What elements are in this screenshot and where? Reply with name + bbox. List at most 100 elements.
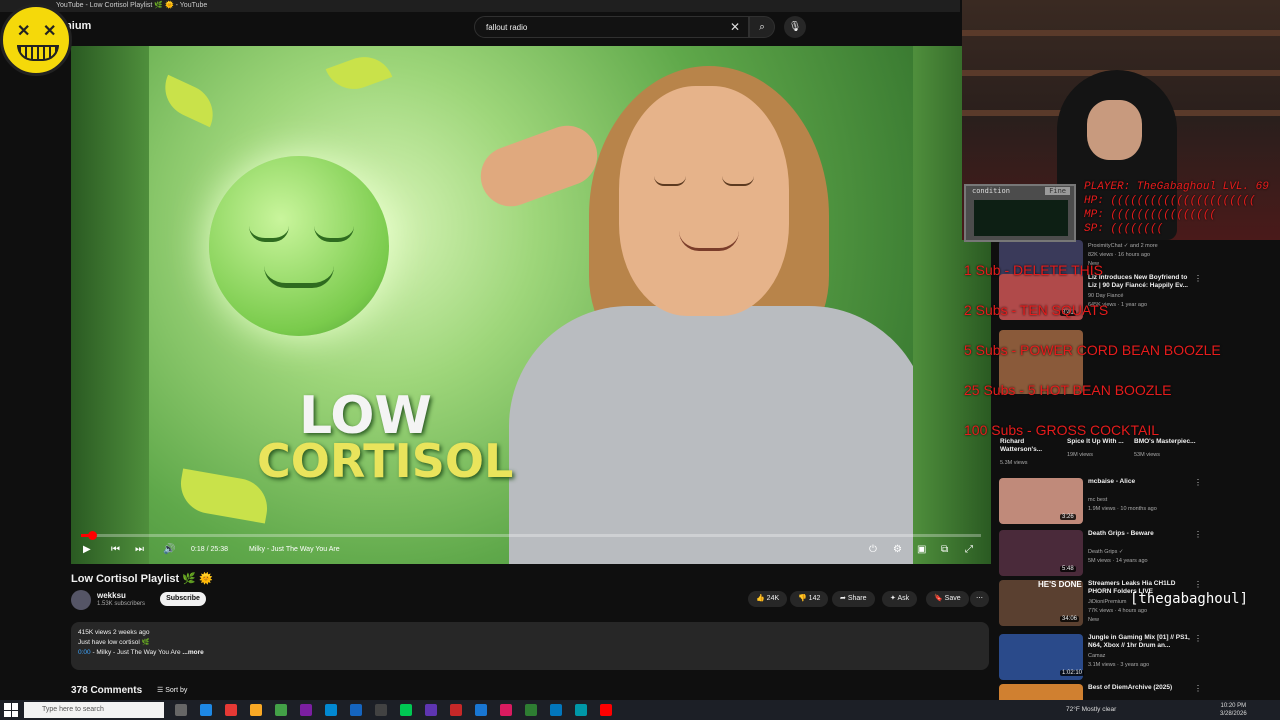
edge-icon[interactable] xyxy=(200,704,212,716)
more-vertical-icon[interactable]: ⋮ xyxy=(1194,684,1202,693)
taskbar-search[interactable]: Type here to search xyxy=(24,702,164,718)
chapter-title[interactable]: Milky - Just The Way You Are xyxy=(249,546,340,553)
app-icon[interactable] xyxy=(375,704,387,716)
sort-comments-button[interactable]: ☰ Sort by xyxy=(157,686,187,694)
play-icon[interactable]: ▶ xyxy=(83,544,91,555)
more-vertical-icon[interactable]: ⋮ xyxy=(1194,634,1202,643)
miniplayer-icon[interactable]: ▣ xyxy=(917,544,926,555)
relaxed-man-graphic xyxy=(472,56,913,564)
progress-bar[interactable] xyxy=(81,531,981,540)
dislike-button[interactable]: 👎 142 xyxy=(790,591,829,607)
weather-widget[interactable]: 72°F Mostly clear xyxy=(1066,706,1116,713)
chrome-icon[interactable] xyxy=(225,704,237,716)
grin-icon xyxy=(17,45,59,61)
more-vertical-icon[interactable]: ⋮ xyxy=(1194,580,1202,589)
clock-time: 10:20 PM xyxy=(1220,703,1247,709)
chapter-text: - Milky - Just The Way You Are xyxy=(90,649,181,656)
video-meta: mc best xyxy=(1088,497,1108,503)
video-player[interactable]: LOW CORTISOL ▶ ⏮ ⏭ 🔊 0:18 / 25:38 Milky … xyxy=(71,46,991,564)
share-icon: ➦ xyxy=(840,595,846,602)
like-button[interactable]: 👍 24K xyxy=(748,591,788,607)
save-button[interactable]: 🔖 Save xyxy=(926,591,969,607)
progress-scrubber[interactable] xyxy=(87,531,97,540)
video-meta: Death Grips ✓ xyxy=(1088,549,1124,555)
sparkle-icon: ✦ xyxy=(890,595,896,602)
next-icon[interactable]: ⏭ xyxy=(135,544,144,555)
recommended-video-title[interactable]: mcbaise - Alice xyxy=(1088,478,1198,486)
short-views: 19M views xyxy=(1067,452,1093,458)
video-meta: Camaz xyxy=(1088,653,1106,659)
channel-avatar[interactable] xyxy=(71,590,91,610)
crt-screen xyxy=(974,200,1068,236)
fullscreen-icon[interactable]: ⤢ xyxy=(965,544,973,555)
recommended-video-title[interactable]: Death Grips - Beware xyxy=(1088,530,1198,538)
app-icon[interactable] xyxy=(300,704,312,716)
app-icon[interactable] xyxy=(425,704,437,716)
more-vertical-icon[interactable]: ⋮ xyxy=(1194,530,1202,539)
windows-taskbar: Type here to search 72°F Mostly clear 10… xyxy=(0,700,1280,720)
recommended-video-title[interactable]: Best of DiemArchive (2025) xyxy=(1088,684,1198,692)
player-letterbox-left xyxy=(71,46,149,564)
task-view-icon[interactable] xyxy=(175,704,187,716)
video-duration: 3:26 xyxy=(1060,514,1076,520)
share-button[interactable]: ➦ Share xyxy=(832,591,875,607)
new-badge: New xyxy=(1088,617,1100,623)
time-display: 0:18 / 25:38 xyxy=(191,546,228,553)
app-icon[interactable] xyxy=(475,704,487,716)
view-count-and-date: 415K views 2 weeks ago xyxy=(78,629,150,636)
store-icon[interactable] xyxy=(325,704,337,716)
more-vertical-icon[interactable]: ⋮ xyxy=(1194,478,1202,487)
app-icon[interactable] xyxy=(350,704,362,716)
subscriber-count: 1.53K subscribers xyxy=(97,601,146,607)
windows-start-icon[interactable] xyxy=(4,703,18,717)
more-actions-button[interactable]: ⋯ xyxy=(970,591,989,607)
like-count: 24K xyxy=(766,595,780,602)
search-button[interactable]: ⌕ xyxy=(749,16,775,38)
sort-icon: ☰ xyxy=(157,687,164,694)
youtube-app-icon[interactable] xyxy=(600,704,612,716)
clear-search-icon[interactable]: ✕ xyxy=(730,20,740,34)
app-icon[interactable] xyxy=(550,704,562,716)
sub-goal-5: 100 Subs - GROSS COCKTAIL xyxy=(964,422,1160,438)
video-meta: 3.1M views · 3 years ago xyxy=(1088,662,1150,668)
microphone-icon: 🎙 xyxy=(788,21,802,33)
search-input[interactable] xyxy=(475,17,715,38)
settings-gear-icon[interactable]: ⚙ xyxy=(893,544,902,555)
x-eye-icon: ✕ xyxy=(17,23,31,40)
video-duration: 5:48 xyxy=(1060,566,1076,572)
volume-icon[interactable]: 🔊 xyxy=(163,544,175,555)
short-views: 5.3M views xyxy=(1000,460,1028,466)
ask-button[interactable]: ✦ Ask xyxy=(882,591,918,607)
file-explorer-icon[interactable] xyxy=(250,704,262,716)
show-more-link[interactable]: ...more xyxy=(182,649,203,656)
video-meta: ProximityChat ✓ and 2 more xyxy=(1088,243,1158,249)
system-clock[interactable]: 10:20 PM 3/28/2026 xyxy=(1220,702,1247,718)
channel-name[interactable]: wekksu xyxy=(97,591,126,600)
previous-icon[interactable]: ⏮ xyxy=(111,544,120,555)
player-level-line: PLAYER: TheGabaghoul LVL. 69 xyxy=(1084,181,1269,193)
app-icon[interactable] xyxy=(525,704,537,716)
more-horizontal-icon: ⋯ xyxy=(976,595,983,602)
search-icon: ⌕ xyxy=(759,21,765,33)
dislike-count: 142 xyxy=(808,595,821,602)
timestamp-link[interactable]: 0:00 xyxy=(78,649,91,656)
video-duration: 34:06 xyxy=(1060,616,1080,622)
description-box[interactable]: 415K views 2 weeks ago Just have low cor… xyxy=(71,622,989,670)
autoplay-toggle-icon[interactable]: ⏻ xyxy=(869,544,877,555)
hp-line: HP: (((((((((((((((((((((( xyxy=(1084,195,1256,207)
recommended-video-title[interactable]: Jungle in Gaming Mix [01] // PS1, N64, X… xyxy=(1088,634,1198,650)
search-box[interactable]: ✕ xyxy=(474,16,749,38)
cast-icon[interactable]: ⧉ xyxy=(941,544,948,555)
sub-goal-1: 1 Sub - DELETE THIS xyxy=(964,262,1104,278)
spotify-icon[interactable] xyxy=(275,704,287,716)
app-icon[interactable] xyxy=(575,704,587,716)
subscribe-button[interactable]: Subscribe xyxy=(160,592,206,606)
video-title: Low Cortisol Playlist 🌿 🌞 xyxy=(71,573,213,585)
app-icon[interactable] xyxy=(500,704,512,716)
streamer-handle: [thegabaghoul] xyxy=(1130,591,1249,607)
description-chapter-line: 0:00 - Milky - Just The Way You Are ...m… xyxy=(78,648,982,658)
voice-search-button[interactable]: 🎙 xyxy=(784,16,806,38)
app-icon[interactable] xyxy=(400,704,412,716)
share-label: Share xyxy=(847,595,867,602)
app-icon[interactable] xyxy=(450,704,462,716)
